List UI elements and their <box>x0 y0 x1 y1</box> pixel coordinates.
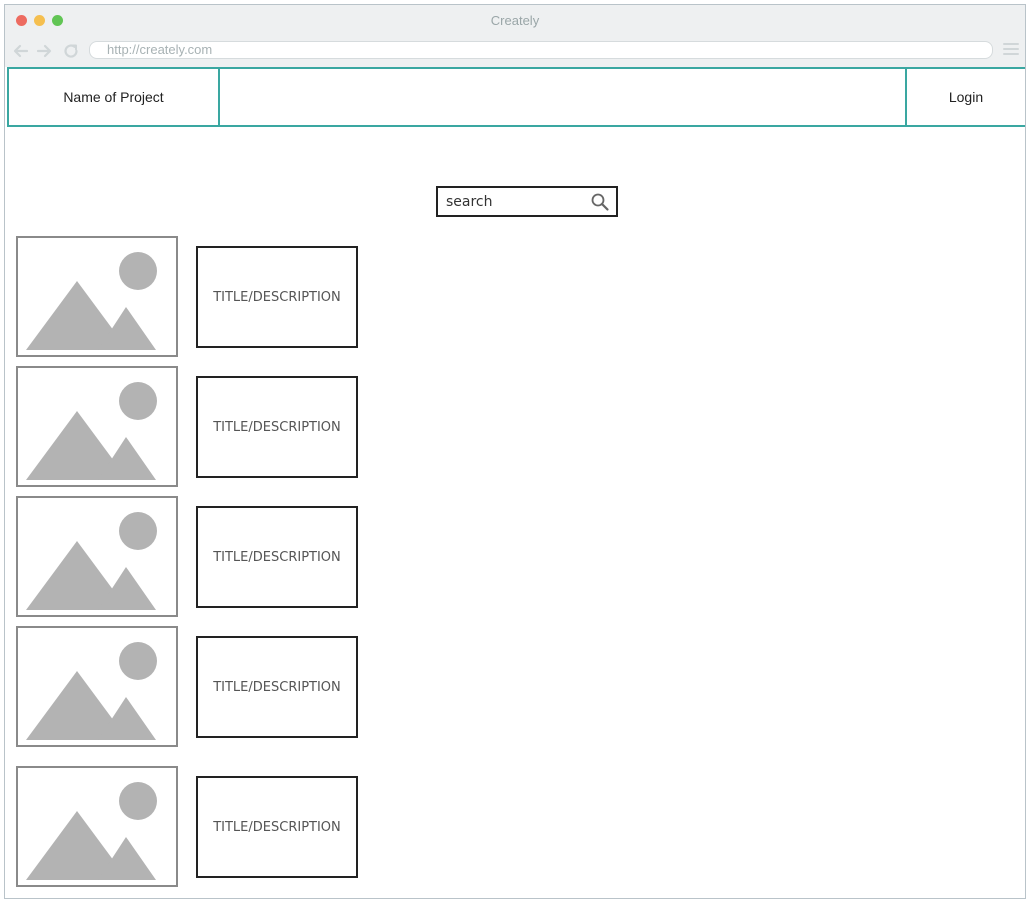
window-title: Creately <box>490 13 540 28</box>
browser-toolbar: http://creately.com <box>5 37 1025 67</box>
address-bar[interactable]: http://creately.com <box>89 41 993 59</box>
hamburger-menu-icon[interactable] <box>1003 43 1019 57</box>
item-description[interactable]: TITLE/DESCRIPTION <box>196 506 358 608</box>
project-name[interactable]: Name of Project <box>9 69 220 125</box>
search-input[interactable] <box>446 192 586 212</box>
item-description[interactable]: TITLE/DESCRIPTION <box>196 776 358 878</box>
search-icon[interactable] <box>590 192 610 212</box>
item-description[interactable]: TITLE/DESCRIPTION <box>196 246 358 348</box>
title-bar: Creately <box>5 5 1025 37</box>
back-arrow-icon[interactable] <box>11 41 31 61</box>
item-description[interactable]: TITLE/DESCRIPTION <box>196 636 358 738</box>
app-header: Name of Project Login <box>7 67 1025 127</box>
image-placeholder-icon <box>16 236 178 357</box>
image-placeholder-icon <box>16 626 178 747</box>
login-button[interactable]: Login <box>905 69 1025 125</box>
item-description[interactable]: TITLE/DESCRIPTION <box>196 376 358 478</box>
image-placeholder-icon <box>16 496 178 617</box>
image-placeholder-icon <box>16 366 178 487</box>
search-box[interactable] <box>436 186 618 217</box>
forward-arrow-icon[interactable] <box>34 41 54 61</box>
reload-icon[interactable] <box>61 41 81 61</box>
browser-window: Creately http://creately.com Name of Pro… <box>4 4 1026 899</box>
image-placeholder-icon <box>16 766 178 887</box>
